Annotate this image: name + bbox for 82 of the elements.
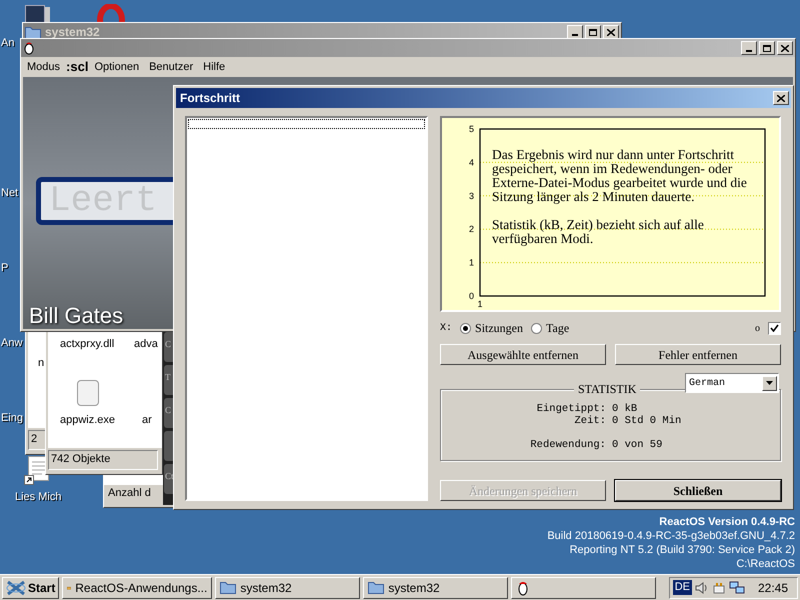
version-title: ReactOS Version 0.4.9-RC <box>659 515 795 529</box>
o-logo-icon[interactable] <box>97 4 125 24</box>
speaker-icon[interactable] <box>694 580 709 594</box>
stat-value: 0 von 59 <box>612 439 662 451</box>
axis-option-label: X: <box>440 322 452 336</box>
minimize-button[interactable] <box>567 25 583 39</box>
info-paragraph: Statistik (kB, Zeit) bezieht sich auf alle verfügbaren Modi. <box>492 218 705 246</box>
action-button[interactable]: Schließen <box>615 480 781 501</box>
start-button[interactable]: Start <box>2 576 60 598</box>
desktop-icon-label[interactable]: Anw <box>1 338 22 349</box>
taskbar-button[interactable] <box>511 576 656 598</box>
file-label[interactable]: appwiz.exe <box>60 412 116 428</box>
desktop-icon-label[interactable]: Eing <box>1 413 24 424</box>
radio-button[interactable] <box>531 322 542 334</box>
file-label[interactable]: n <box>38 355 44 372</box>
stat-label: Zeit: <box>573 415 606 427</box>
file-icon[interactable] <box>76 380 99 406</box>
status-text: 742 Objekte <box>48 450 158 470</box>
dialog-title: Fortschritt <box>180 90 240 107</box>
taskbar-button[interactable]: system32 <box>215 576 360 598</box>
version-line: Build 20180619-0.4.9-RC-35-g3eb03ef.GNU_4.7.2 <box>547 529 795 543</box>
menu-item[interactable]: Hilfe <box>203 58 226 76</box>
minimize-icon <box>746 50 752 52</box>
maximize-button[interactable] <box>585 25 601 39</box>
maximize-icon <box>763 44 771 52</box>
axis-tick-label: 1 <box>468 258 474 268</box>
version-line: Reporting NT 5.2 (Build 3790: Service Pack 2) <box>570 543 795 557</box>
action-button[interactable]: Ausgewählte entfernen <box>440 344 606 365</box>
info-paragraph: Das Ergebnis wird nur dann unter Fortschritt gespeichert, wenn im Redewendungen- oder Externe-Datei-Modus gearbeitet wurde und die Sitzung länger als 2 Minuten dauerte. <box>492 148 748 204</box>
close-button[interactable] <box>773 91 789 105</box>
minimize-icon <box>572 34 578 36</box>
network-icon[interactable] <box>728 580 745 594</box>
computer-icon[interactable] <box>25 5 51 23</box>
file-label[interactable]: adva <box>134 336 158 352</box>
folder-icon <box>220 581 236 594</box>
power-plug-icon[interactable] <box>712 580 726 594</box>
desktop-icon-label[interactable]: Net <box>1 188 18 199</box>
axis-tick-label: 5 <box>468 124 474 134</box>
language-select[interactable]: German <box>685 373 779 393</box>
maximize-icon <box>589 28 597 36</box>
maximize-button[interactable] <box>759 41 775 55</box>
start-logo-icon <box>6 580 26 596</box>
file-label[interactable]: actxprxy.dll <box>60 336 114 352</box>
radio-label[interactable]: Tage <box>546 319 570 337</box>
photo-caption: Bill Gates <box>29 305 124 327</box>
taskbar-button[interactable]: ReactOS-Anwendungs... <box>62 576 212 598</box>
stat-label: Redewendung: <box>529 439 606 451</box>
desktop-icon-label[interactable]: An <box>1 38 14 49</box>
close-icon <box>781 44 789 52</box>
taskbar-button[interactable]: system32 <box>363 576 508 598</box>
axis-tick-label: 4 <box>468 157 474 168</box>
folder-icon <box>368 581 384 594</box>
close-icon <box>777 94 785 102</box>
action-button[interactable]: Fehler entfernen <box>615 344 781 365</box>
minimize-button[interactable] <box>741 41 757 55</box>
focus-row[interactable] <box>188 119 425 129</box>
close-icon <box>607 28 615 36</box>
axis-tick-label: 2 <box>468 224 474 234</box>
menu-item[interactable]: Optionen <box>94 58 140 76</box>
version-line: C:\ReactOS <box>736 557 795 571</box>
close-button[interactable] <box>603 25 619 39</box>
axis-tick-label: 3 <box>468 190 474 201</box>
radio-label[interactable]: Sitzungen <box>475 319 524 337</box>
menu-item[interactable]: Modus <box>27 58 60 76</box>
clock: 22:45 <box>758 580 788 596</box>
desktop-icon-label[interactable]: P <box>1 263 8 274</box>
desktop-icon-label[interactable]: Lies Mich <box>15 489 62 506</box>
stat-value: 0 kB <box>612 403 638 415</box>
stat-value: 0 Std 0 Min <box>612 415 682 427</box>
window-title: system32 <box>45 24 100 41</box>
menu-item[interactable]: Benutzer <box>149 58 194 76</box>
checkbox[interactable] <box>768 322 781 334</box>
toggle-label: o <box>755 322 760 336</box>
axis-tick-label: 1 <box>478 299 482 309</box>
stat-label: Eingetippt: <box>536 403 606 415</box>
file-label[interactable]: ar <box>142 412 152 428</box>
language-indicator[interactable]: DE <box>672 580 692 595</box>
close-button[interactable] <box>777 41 793 55</box>
radio-button[interactable] <box>460 322 472 334</box>
menu-item[interactable]: :scl <box>66 57 88 77</box>
axis-tick-label: 0 <box>468 291 474 301</box>
status-text: Anzahl d <box>107 486 152 501</box>
